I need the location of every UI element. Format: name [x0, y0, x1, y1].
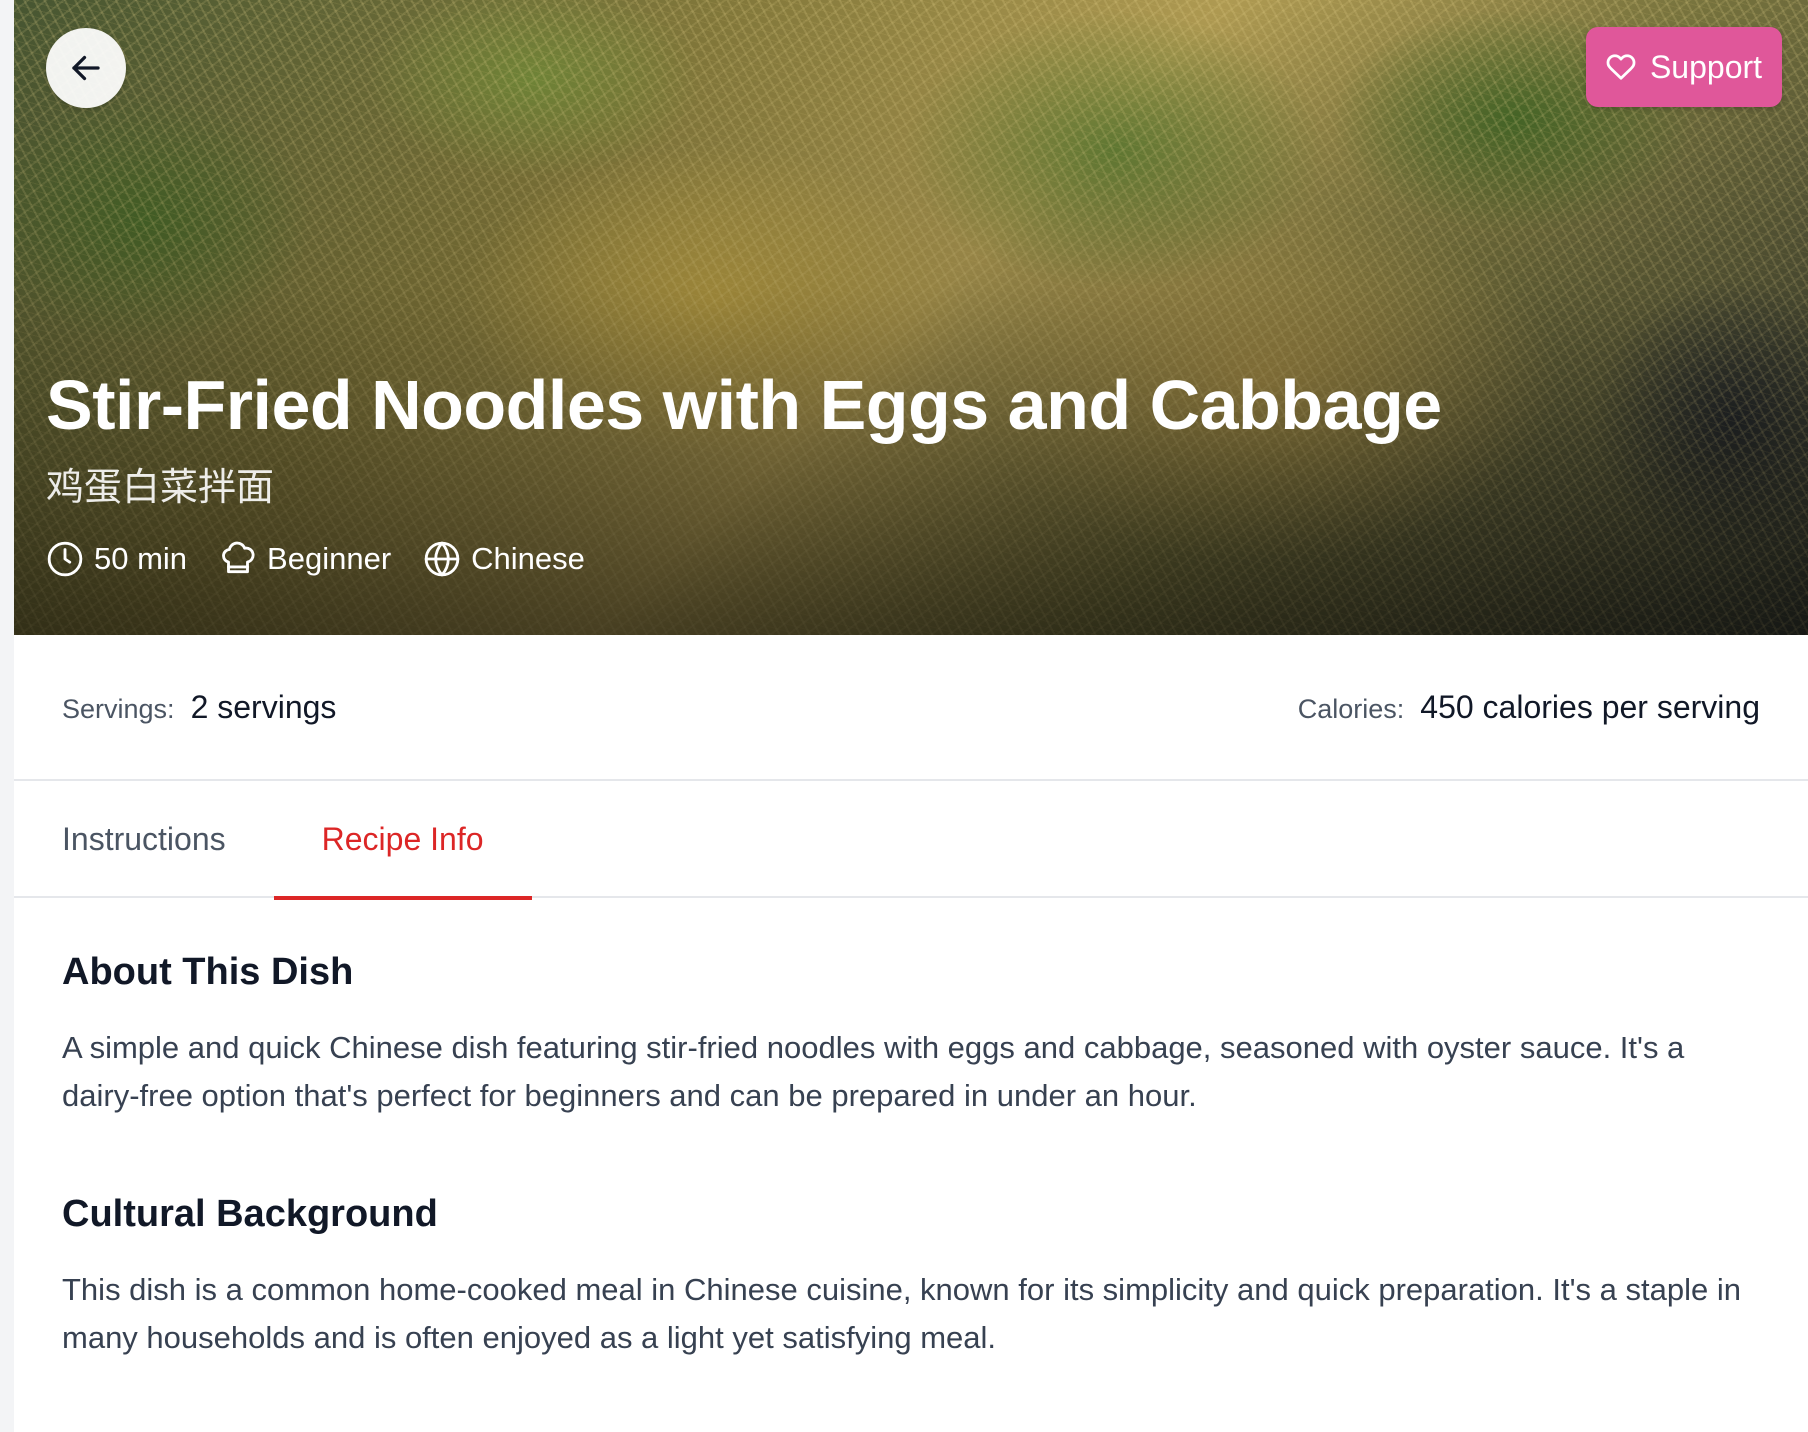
meta-time-label: 50 min — [94, 541, 188, 576]
recipe-tabs: Instructions Recipe Info — [14, 781, 1808, 900]
tab-recipe-info[interactable]: Recipe Info — [273, 781, 532, 900]
heart-icon — [1606, 54, 1636, 80]
servings-stat: Servings: 2 servings — [62, 689, 336, 726]
tab-instructions[interactable]: Instructions — [62, 781, 274, 898]
calories-label: Calories: — [1297, 693, 1405, 724]
servings-value: 2 servings — [190, 688, 337, 725]
cultural-heading: Cultural Background — [62, 1192, 438, 1235]
meta-time: 50 min — [46, 540, 187, 578]
support-button-label: Support — [1649, 48, 1763, 85]
recipe-stats: Servings: 2 servings Calories: 450 calor… — [14, 635, 1808, 781]
cultural-body: This dish is a common home-cooked meal i… — [62, 1271, 1741, 1355]
recipe-title: Stir-Fried Noodles with Eggs and Cabbage — [46, 366, 1442, 444]
hero-banner: Support Stir-Fried Noodles with Eggs and… — [14, 0, 1808, 635]
recipe-page: Support Stir-Fried Noodles with Eggs and… — [14, 0, 1808, 1432]
arrow-left-icon — [72, 55, 100, 81]
support-button[interactable]: Support — [1586, 27, 1782, 107]
about-heading: About This Dish — [62, 951, 354, 993]
calories-stat: Calories: 450 calories per serving — [1298, 689, 1760, 726]
about-section: About This Dish A simple and quick Chine… — [62, 951, 1768, 1120]
chef-hat-icon — [222, 541, 255, 574]
recipe-info-panel: About This Dish A simple and quick Chine… — [62, 951, 1768, 1362]
globe-icon — [424, 541, 460, 577]
meta-cuisine: Chinese — [423, 540, 585, 578]
servings-label: Servings: — [62, 693, 175, 724]
recipe-meta: 50 min Beginner Chinese — [46, 540, 1442, 578]
meta-cuisine-label: Chinese — [471, 541, 585, 576]
about-body: A simple and quick Chinese dish featurin… — [62, 1029, 1685, 1113]
clock-icon — [47, 541, 83, 577]
meta-difficulty-label: Beginner — [267, 541, 392, 576]
cultural-section: Cultural Background This dish is a commo… — [62, 1192, 1768, 1362]
calories-value: 450 calories per serving — [1420, 688, 1760, 725]
recipe-subtitle: 鸡蛋白菜拌面 — [46, 465, 275, 509]
back-button[interactable] — [46, 28, 126, 108]
meta-difficulty: Beginner — [219, 540, 391, 578]
hero-text: Stir-Fried Noodles with Eggs and Cabbage… — [46, 370, 1442, 578]
